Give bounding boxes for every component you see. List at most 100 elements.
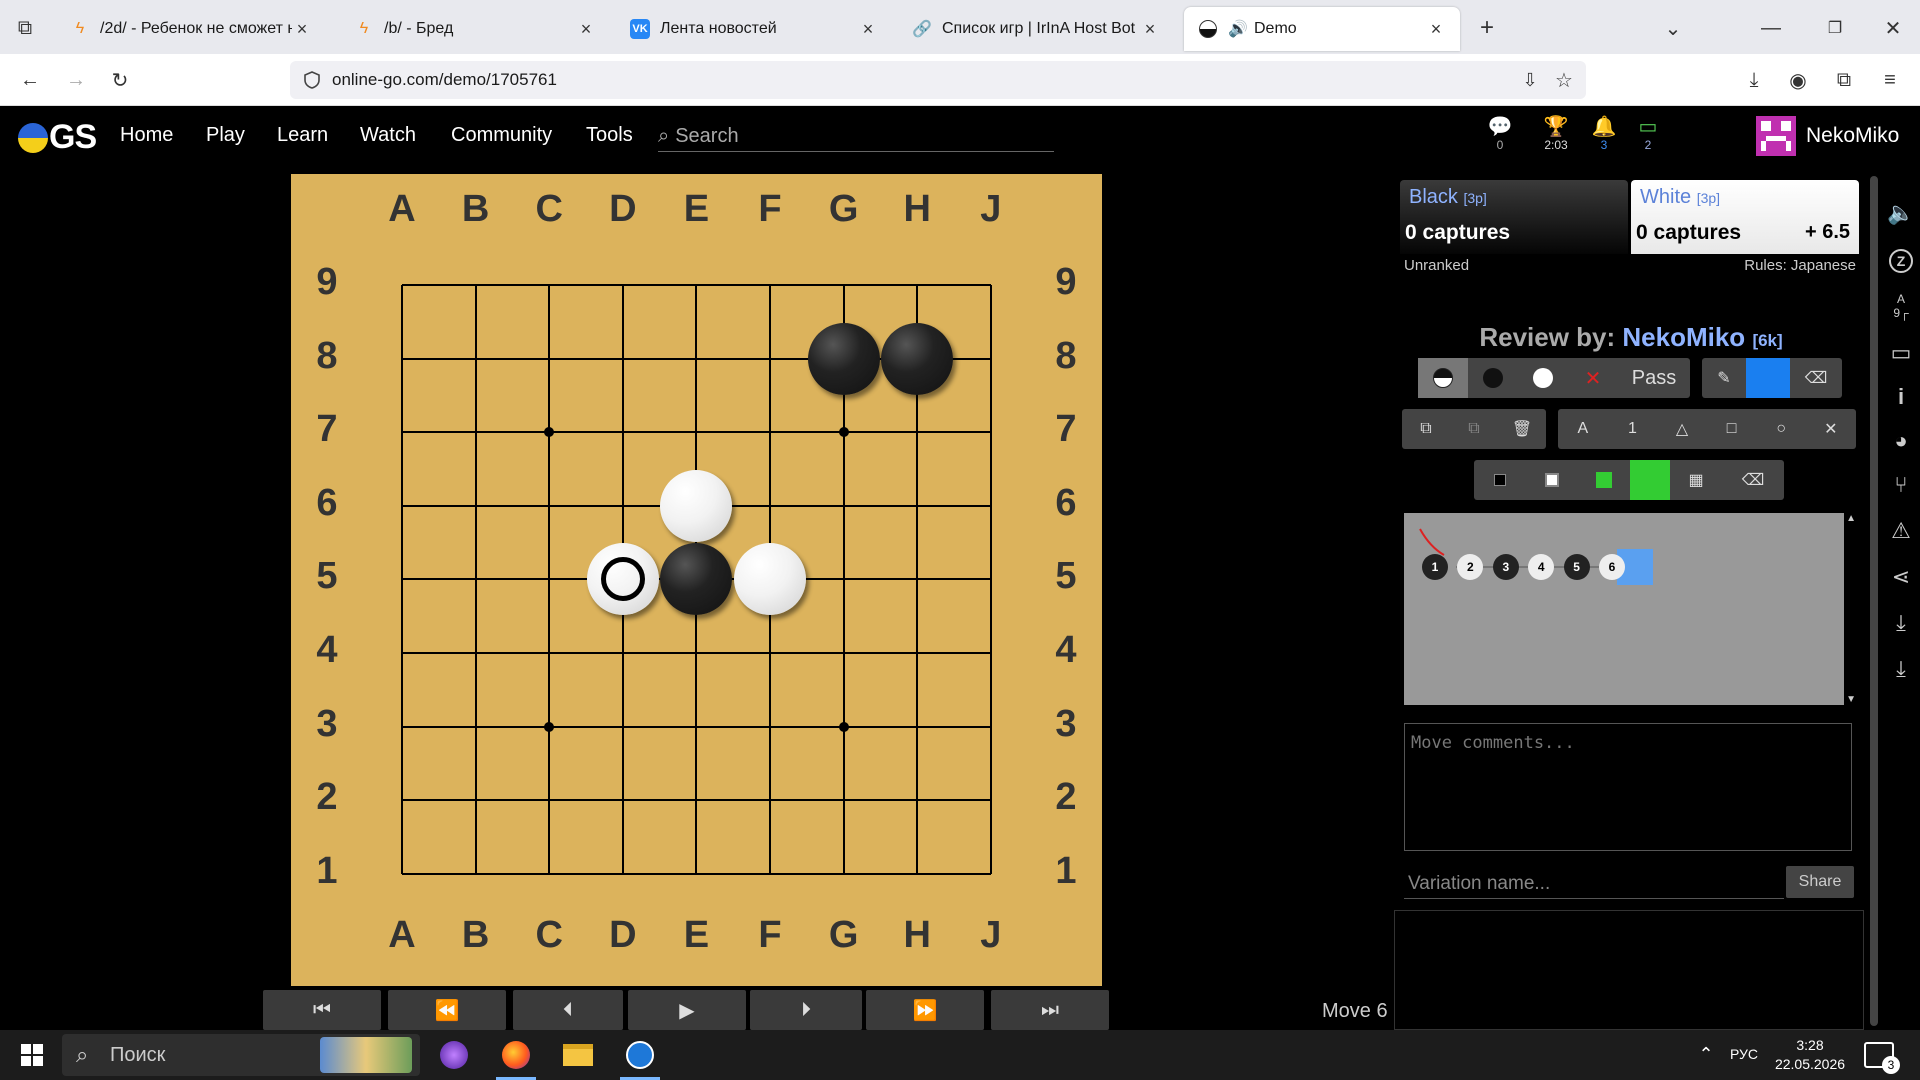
nav-tools[interactable]: Tools — [586, 124, 633, 147]
pen-eraser-button[interactable]: ⌫ — [1790, 358, 1842, 398]
tab-overflow-chevron-icon[interactable]: ⌄ — [1658, 14, 1688, 42]
file-explorer-icon[interactable] — [550, 1035, 606, 1075]
remove-stone-button[interactable]: ✕ — [1568, 358, 1618, 398]
tree-node[interactable]: 4 — [1528, 554, 1555, 580]
menu-icon[interactable]: ≡ — [1874, 66, 1906, 94]
play-button[interactable]: ▶ — [628, 990, 746, 1030]
minimize-button[interactable]: — — [1756, 14, 1786, 42]
notifications-badge[interactable]: 🔔 3 — [1582, 116, 1626, 152]
speaker-icon[interactable]: 🔊 — [1228, 19, 1248, 39]
games-badge[interactable]: ▭ 2 — [1626, 116, 1670, 152]
nav-learn[interactable]: Learn — [277, 124, 328, 147]
delete-button[interactable]: 🗑 — [1498, 409, 1546, 449]
cross-mark-button[interactable]: ✕ — [1806, 409, 1856, 449]
bookmark-star-icon[interactable]: ☆ — [1550, 66, 1578, 94]
avatar[interactable] — [1756, 116, 1796, 156]
panel-scrollbar[interactable] — [1870, 176, 1878, 1026]
close-icon[interactable]: × — [292, 19, 312, 40]
clock[interactable]: 3:28 22.05.2026 — [1770, 1036, 1850, 1074]
copy-button[interactable]: ⧉ — [1402, 409, 1450, 449]
back-ten-button[interactable]: ⏪ — [388, 990, 506, 1030]
tree-node[interactable]: 3 — [1492, 554, 1519, 580]
taskbar-search-input[interactable]: ⌕ Поиск — [62, 1034, 420, 1076]
close-icon[interactable]: × — [858, 19, 878, 40]
forward-icon[interactable]: → — [60, 66, 92, 94]
tree-node[interactable]: 5 — [1563, 554, 1590, 580]
white-player-name[interactable]: White [3p] — [1640, 186, 1720, 209]
palette-icon[interactable]: ◕ — [1882, 428, 1920, 454]
alternate-stone-button[interactable] — [1418, 358, 1468, 398]
black-player-name[interactable]: Black [3p] — [1409, 186, 1487, 209]
next-move-button[interactable]: ⏵ — [750, 990, 862, 1030]
window-close-button[interactable]: ✕ — [1878, 14, 1908, 42]
reload-icon[interactable]: ↻ — [104, 66, 136, 94]
search-input[interactable]: ⌕ Search — [658, 122, 1054, 152]
tab-irina[interactable]: 🔗 Список игр | IrInA Host Bot × — [898, 7, 1174, 51]
white-stone-button[interactable] — [1518, 358, 1568, 398]
tab-vk[interactable]: VK Лента новостей × — [616, 7, 892, 51]
last-move-button[interactable]: ⏭ — [991, 990, 1109, 1030]
pass-button[interactable]: Pass — [1618, 358, 1690, 398]
zen-mode-icon[interactable]: Z — [1882, 246, 1920, 273]
share-icon[interactable]: ⋖ — [1882, 564, 1920, 590]
tab-b[interactable]: ϟ /b/ - Бред × — [340, 7, 610, 51]
variation-name-input[interactable]: Variation name... — [1404, 867, 1784, 899]
tab-demo[interactable]: 🔊 Demo × — [1184, 7, 1460, 51]
close-icon[interactable]: × — [576, 19, 596, 40]
tab-2d[interactable]: ϟ /2d/ - Ребенок не сможет най × — [56, 7, 326, 51]
letter-mark-button[interactable]: A — [1558, 409, 1608, 449]
white-player-card[interactable]: White [3p] 0 captures + 6.5 — [1631, 180, 1859, 254]
username[interactable]: NekoMiko — [1806, 124, 1899, 148]
tree-scroll-up-icon[interactable]: ▲ — [1846, 513, 1856, 524]
nav-community[interactable]: Community — [451, 124, 552, 147]
black-stone[interactable] — [881, 322, 954, 395]
green-mark-button[interactable] — [1578, 460, 1630, 500]
move-comments-field[interactable]: Move comments... — [1404, 723, 1852, 851]
info-icon[interactable]: i — [1882, 384, 1920, 410]
account-icon[interactable]: ◉ — [1782, 66, 1814, 94]
close-icon[interactable]: × — [1426, 19, 1446, 40]
black-territory-button[interactable] — [1474, 460, 1526, 500]
triangle-mark-button[interactable]: △ — [1657, 409, 1707, 449]
windows-start-icon[interactable] — [4, 1035, 60, 1075]
black-stone[interactable] — [660, 543, 733, 616]
speaker-icon[interactable]: 🔈 — [1882, 200, 1920, 226]
first-move-button[interactable]: ⏮ — [263, 990, 381, 1030]
download-icon[interactable]: ⤓ — [1882, 610, 1920, 636]
download-sgf-icon[interactable]: ⤓ — [1882, 656, 1920, 682]
white-stone[interactable] — [734, 543, 806, 616]
square-mark-button[interactable]: □ — [1707, 409, 1757, 449]
nav-watch[interactable]: Watch — [360, 124, 416, 147]
paste-button[interactable]: ⧉ — [1450, 409, 1498, 449]
bluestacks-icon[interactable] — [612, 1035, 668, 1080]
downloads-icon[interactable]: ⤓ — [1738, 66, 1770, 94]
restore-button[interactable]: ❐ — [1820, 14, 1850, 42]
white-stone[interactable] — [660, 469, 733, 542]
color-fill-button[interactable] — [1630, 460, 1670, 500]
black-stone-button[interactable] — [1468, 358, 1518, 398]
close-icon[interactable]: × — [1140, 19, 1160, 40]
tray-chevron-icon[interactable]: ⌃ — [1694, 1042, 1718, 1066]
tournament-badge[interactable]: 🏆 2:03 — [1534, 116, 1578, 152]
white-territory-button[interactable] — [1526, 460, 1578, 500]
url-bar[interactable]: online-go.com/demo/1705761 ⇩ ☆ — [290, 61, 1586, 99]
warning-icon[interactable]: ⚠ — [1882, 518, 1920, 544]
score-eraser-button[interactable]: ⌫ — [1722, 460, 1784, 500]
reviewer-name[interactable]: NekoMiko — [1622, 322, 1745, 352]
app-launcher-icon[interactable] — [426, 1035, 482, 1075]
share-button[interactable]: Share — [1786, 866, 1854, 898]
ogs-logo[interactable]: GS — [18, 118, 97, 157]
previous-move-button[interactable]: ⏴ — [513, 990, 623, 1030]
white-stone[interactable] — [586, 543, 659, 616]
branch-icon[interactable]: ⑂ — [1882, 472, 1920, 498]
nav-play[interactable]: Play — [206, 124, 245, 147]
tab-list-icon[interactable]: ⧉ — [10, 14, 40, 42]
calculator-button[interactable]: ▦ — [1670, 460, 1722, 500]
black-stone[interactable] — [807, 322, 880, 395]
back-icon[interactable]: ← — [14, 66, 46, 94]
forward-ten-button[interactable]: ⏩ — [866, 990, 984, 1030]
input-language[interactable]: РУС — [1730, 1046, 1758, 1062]
number-mark-button[interactable]: 1 — [1608, 409, 1658, 449]
black-player-card[interactable]: Black [3p] 0 captures — [1400, 180, 1628, 254]
extensions-icon[interactable]: ⧉ — [1828, 66, 1860, 94]
